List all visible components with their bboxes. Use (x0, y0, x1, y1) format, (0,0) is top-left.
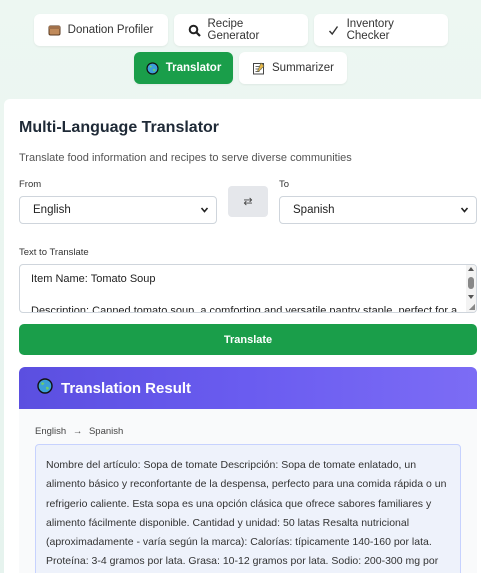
result-header: Translation Result (19, 367, 477, 409)
translator-card: Multi-Language Translator Translate food… (4, 99, 481, 573)
globe-icon (37, 377, 53, 399)
translation-result-panel: Translation Result English → Spanish Nom… (19, 367, 477, 573)
tab-recipe-generator[interactable]: Recipe Generator (173, 14, 308, 46)
tab-inventory-checker[interactable]: Inventory Checker (313, 14, 448, 46)
page-title: Multi-Language Translator (19, 119, 220, 136)
box-icon (48, 24, 61, 37)
from-language-select[interactable]: English (19, 196, 217, 224)
tab-label: Translator (165, 62, 222, 74)
from-label: From (19, 179, 42, 190)
translated-text: Nombre del artículo: Sopa de tomate Desc… (35, 444, 461, 573)
to-language-select[interactable]: Spanish (279, 196, 477, 224)
memo-icon (252, 61, 265, 75)
tab-label: Recipe Generator (207, 18, 260, 42)
scroll-down-icon (468, 295, 474, 299)
input-line: Description: Canned tomato soup, a comfo… (31, 305, 458, 313)
swap-languages-button[interactable]: ⇄ (228, 186, 268, 217)
tab-label: Summarizer (272, 62, 334, 74)
scroll-up-icon (468, 267, 474, 271)
text-to-translate-label: Text to Translate (19, 247, 89, 258)
arrow-icon: → (72, 426, 83, 437)
chevron-down-icon (460, 205, 469, 217)
search-icon (188, 24, 201, 37)
globe-icon (146, 61, 159, 75)
swap-icon: ⇄ (243, 196, 253, 208)
to-language-value: Spanish (293, 204, 335, 216)
result-title: Translation Result (61, 379, 192, 397)
chevron-down-icon (200, 205, 209, 217)
source-language: English (35, 426, 67, 437)
tab-bar-primary: Donation Profiler Recipe Generator Inven… (0, 14, 481, 46)
translation-direction: English → Spanish (35, 426, 123, 437)
tab-label: Donation Profiler (67, 24, 154, 36)
text-to-translate-input[interactable]: Item Name: Tomato Soup Description: Cann… (19, 264, 477, 313)
checkmark-icon (328, 24, 340, 37)
input-line: Item Name: Tomato Soup (31, 273, 156, 285)
target-language: Spanish (88, 426, 124, 437)
resize-handle-icon[interactable]: ◢ (469, 302, 475, 311)
tab-summarizer[interactable]: Summarizer (239, 52, 347, 84)
tab-translator[interactable]: Translator (134, 52, 233, 84)
scroll-thumb[interactable] (468, 277, 474, 289)
to-label: To (279, 179, 290, 190)
translate-button[interactable]: Translate (19, 324, 477, 355)
tab-donation-profiler[interactable]: Donation Profiler (33, 14, 168, 46)
from-language-value: English (33, 204, 71, 216)
tab-label: Inventory Checker (346, 18, 394, 42)
tab-bar-secondary: Translator Summarizer (0, 52, 481, 84)
page-subtitle: Translate food information and recipes t… (19, 152, 352, 164)
